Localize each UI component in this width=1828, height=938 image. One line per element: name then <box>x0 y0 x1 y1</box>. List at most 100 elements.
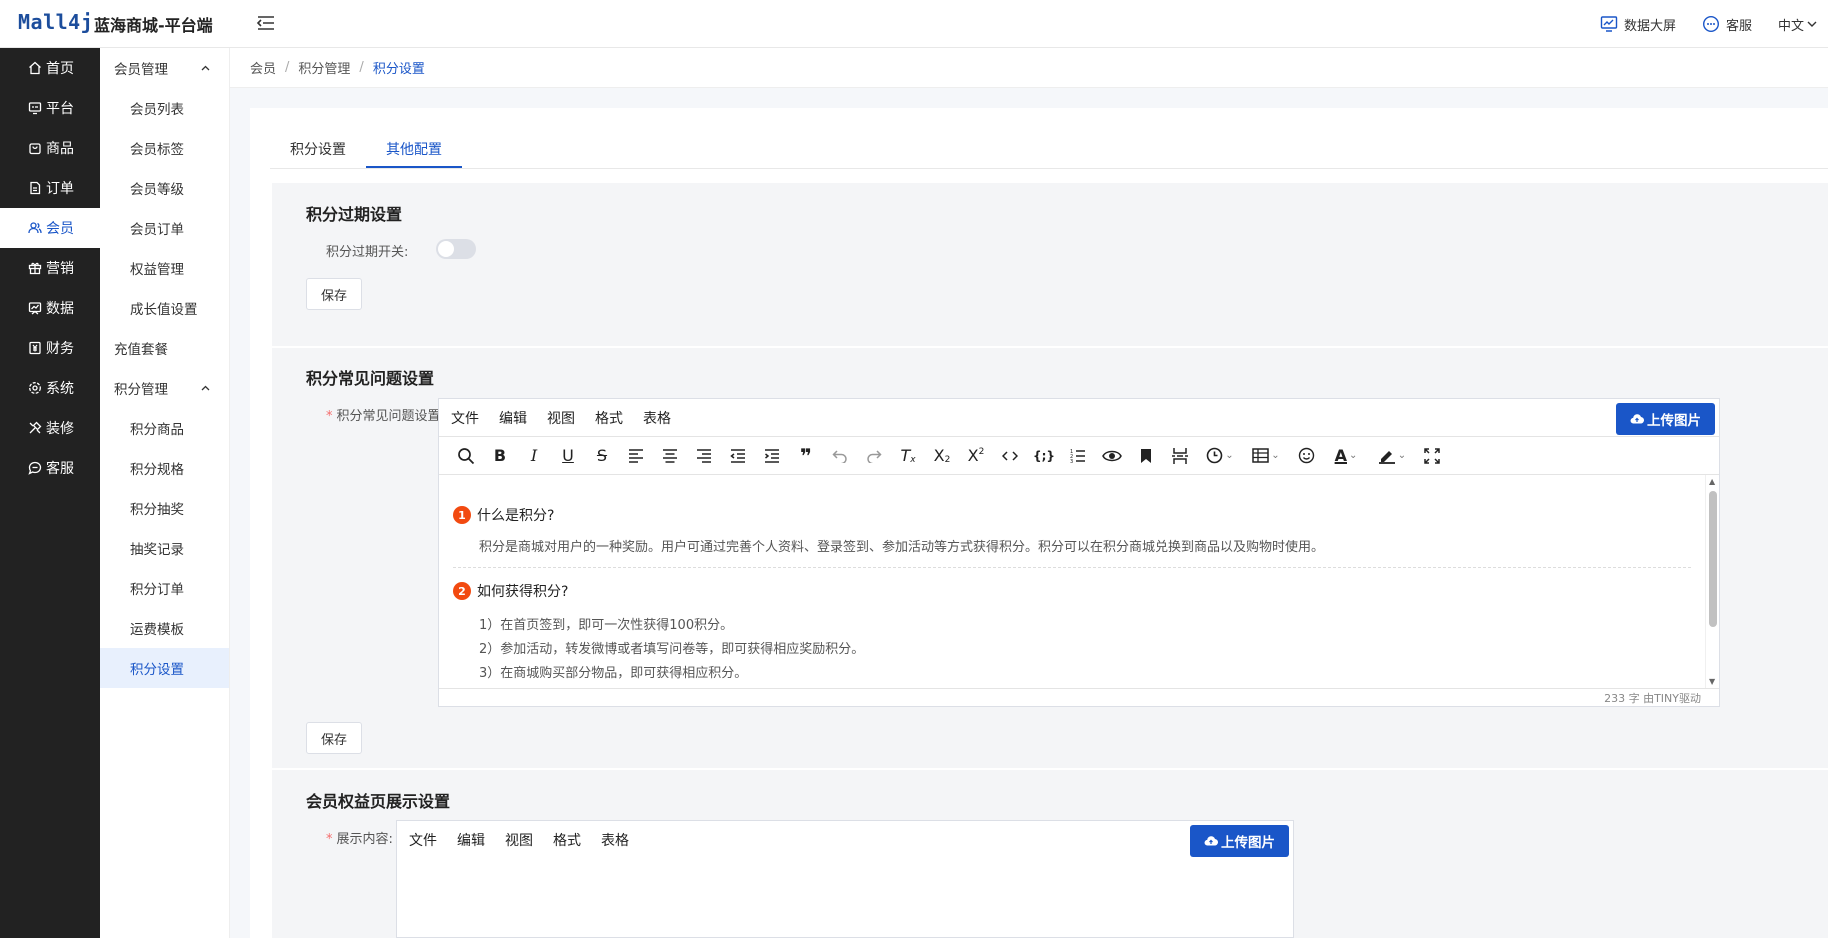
tab-points-settings[interactable]: 积分设置 <box>270 130 366 168</box>
text-color-icon[interactable]: A ⌄ <box>1323 441 1369 471</box>
menu-view[interactable]: 视图 <box>547 408 575 428</box>
upload-image-button[interactable]: 上传图片 <box>1616 403 1715 435</box>
undo-icon[interactable] <box>823 441 857 471</box>
menu-format[interactable]: 格式 <box>595 408 623 428</box>
indent-icon[interactable] <box>755 441 789 471</box>
monitor-icon <box>28 102 42 115</box>
code-icon[interactable] <box>993 441 1027 471</box>
underline-icon[interactable]: U <box>551 441 585 471</box>
rich-text-editor[interactable]: 文件 编辑 视图 格式 表格 上传图片 <box>396 820 1294 938</box>
language-select[interactable]: 中文 <box>1778 15 1818 34</box>
nav-goods[interactable]: 商品 <box>0 128 100 168</box>
document-icon <box>30 181 41 195</box>
bag-icon <box>29 143 41 155</box>
subnav-item-points-goods[interactable]: 积分商品 <box>100 408 229 448</box>
expire-switch[interactable] <box>436 239 476 259</box>
breadcrumb: 会员 / 积分管理 / 积分设置 <box>230 48 1828 88</box>
subscript-icon[interactable]: X2 <box>925 441 959 471</box>
italic-icon[interactable]: I <box>517 441 551 471</box>
chevron-up-icon <box>201 65 210 70</box>
superscript-icon[interactable]: X2 <box>959 441 993 471</box>
data-screen-button[interactable]: 数据大屏 <box>1600 15 1676 34</box>
preview-icon[interactable] <box>1095 441 1129 471</box>
faq-question: 2 如何获得积分? <box>453 581 568 601</box>
subnav-item-points-spec[interactable]: 积分规格 <box>100 448 229 488</box>
blockquote-icon[interactable]: ❞ <box>789 441 823 471</box>
datetime-icon[interactable]: ⌄ <box>1197 441 1243 471</box>
align-left-icon[interactable] <box>619 441 653 471</box>
nav-member[interactable]: 会员 <box>0 208 100 248</box>
subnav-item-lottery-records[interactable]: 抽奖记录 <box>100 528 229 568</box>
subnav-item-member-level[interactable]: 会员等级 <box>100 168 229 208</box>
menu-edit[interactable]: 编辑 <box>457 830 485 850</box>
breadcrumb-item[interactable]: 积分管理 <box>298 58 350 77</box>
highlight-icon[interactable]: ⌄ <box>1369 441 1415 471</box>
subnav-item-member-tags[interactable]: 会员标签 <box>100 128 229 168</box>
chat-bubble-icon <box>28 461 42 475</box>
faq-label-text: 积分常见问题设置 <box>336 409 441 424</box>
bold-icon[interactable]: B <box>483 441 517 471</box>
editor-content[interactable]: 1 什么是积分? 积分是商城对用户的一种奖励。用户可通过完善个人资料、登录签到、… <box>439 475 1705 688</box>
nav-orders[interactable]: 订单 <box>0 168 100 208</box>
tab-other-config[interactable]: 其他配置 <box>366 130 462 168</box>
switch-label: 积分过期开关: <box>326 245 409 260</box>
emoji-icon[interactable] <box>1289 441 1323 471</box>
table-icon[interactable]: ⌄ <box>1243 441 1289 471</box>
page-break-icon[interactable] <box>1163 441 1197 471</box>
logo[interactable]: Mall4j <box>18 10 93 34</box>
faq-section: 积分常见问题设置 * 积分常见问题设置 文件 编辑 视图 格式 表格 上传图片 B… <box>272 348 1828 768</box>
top-header: Mall4j 蓝海商城-平台端 数据大屏 客服 中文 <box>0 0 1828 48</box>
menu-file[interactable]: 文件 <box>451 408 479 428</box>
menu-view[interactable]: 视图 <box>505 830 533 850</box>
nav-marketing[interactable]: 营销 <box>0 248 100 288</box>
nav-data-label: 数据 <box>46 301 74 317</box>
strikethrough-icon[interactable]: S <box>585 441 619 471</box>
menu-table[interactable]: 表格 <box>601 830 629 850</box>
subnav-item-benefits[interactable]: 权益管理 <box>100 248 229 288</box>
nav-finance[interactable]: 财务 <box>0 328 100 368</box>
scroll-down-icon[interactable]: ▼ <box>1709 677 1715 686</box>
nav-decorate[interactable]: 装修 <box>0 408 100 448</box>
menu-file[interactable]: 文件 <box>409 830 437 850</box>
save-button[interactable]: 保存 <box>306 278 362 310</box>
nav-data[interactable]: 数据 <box>0 288 100 328</box>
editor-scrollbar[interactable]: ▲ ▼ <box>1705 475 1719 688</box>
subnav-group-member[interactable]: 会员管理 <box>100 48 229 88</box>
align-center-icon[interactable] <box>653 441 687 471</box>
nav-home[interactable]: 首页 <box>0 48 100 88</box>
subnav-item-points-lottery[interactable]: 积分抽奖 <box>100 488 229 528</box>
fullscreen-icon[interactable] <box>1415 441 1449 471</box>
subnav-item-recharge[interactable]: 充值套餐 <box>100 328 229 368</box>
subnav-item-points-settings[interactable]: 积分设置 <box>100 648 229 688</box>
subnav-item-points-orders[interactable]: 积分订单 <box>100 568 229 608</box>
subnav-item-member-list[interactable]: 会员列表 <box>100 88 229 128</box>
scrollbar-thumb[interactable] <box>1709 491 1717 627</box>
editor-statusbar: 233 字 由TINY驱动 <box>439 688 1719 706</box>
align-right-icon[interactable] <box>687 441 721 471</box>
numbered-list-icon[interactable]: 123 <box>1061 441 1095 471</box>
service-button[interactable]: 客服 <box>1702 15 1752 34</box>
upload-image-button[interactable]: 上传图片 <box>1190 825 1289 857</box>
subnav-item-member-orders[interactable]: 会员订单 <box>100 208 229 248</box>
menu-table[interactable]: 表格 <box>643 408 671 428</box>
breadcrumb-item[interactable]: 会员 <box>250 58 276 77</box>
nav-system[interactable]: 系统 <box>0 368 100 408</box>
clear-format-icon[interactable]: Tx <box>891 441 925 471</box>
subnav-group-points[interactable]: 积分管理 <box>100 368 229 408</box>
save-button[interactable]: 保存 <box>306 722 362 754</box>
menu-collapse-icon[interactable] <box>256 14 276 32</box>
subnav-item-freight[interactable]: 运费模板 <box>100 608 229 648</box>
redo-icon[interactable] <box>857 441 891 471</box>
menu-format[interactable]: 格式 <box>553 830 581 850</box>
menu-edit[interactable]: 编辑 <box>499 408 527 428</box>
nav-service[interactable]: 客服 <box>0 448 100 488</box>
search-icon[interactable] <box>449 441 483 471</box>
bookmark-icon[interactable] <box>1129 441 1163 471</box>
outdent-icon[interactable] <box>721 441 755 471</box>
rich-text-editor[interactable]: 文件 编辑 视图 格式 表格 上传图片 B I U S ❞ T x X 2 X … <box>438 398 1720 707</box>
breadcrumb-separator: / <box>359 60 364 75</box>
code-block-icon[interactable]: {;} <box>1027 441 1061 471</box>
subnav-item-growth[interactable]: 成长值设置 <box>100 288 229 328</box>
nav-platform[interactable]: 平台 <box>0 88 100 128</box>
scroll-up-icon[interactable]: ▲ <box>1709 477 1715 486</box>
